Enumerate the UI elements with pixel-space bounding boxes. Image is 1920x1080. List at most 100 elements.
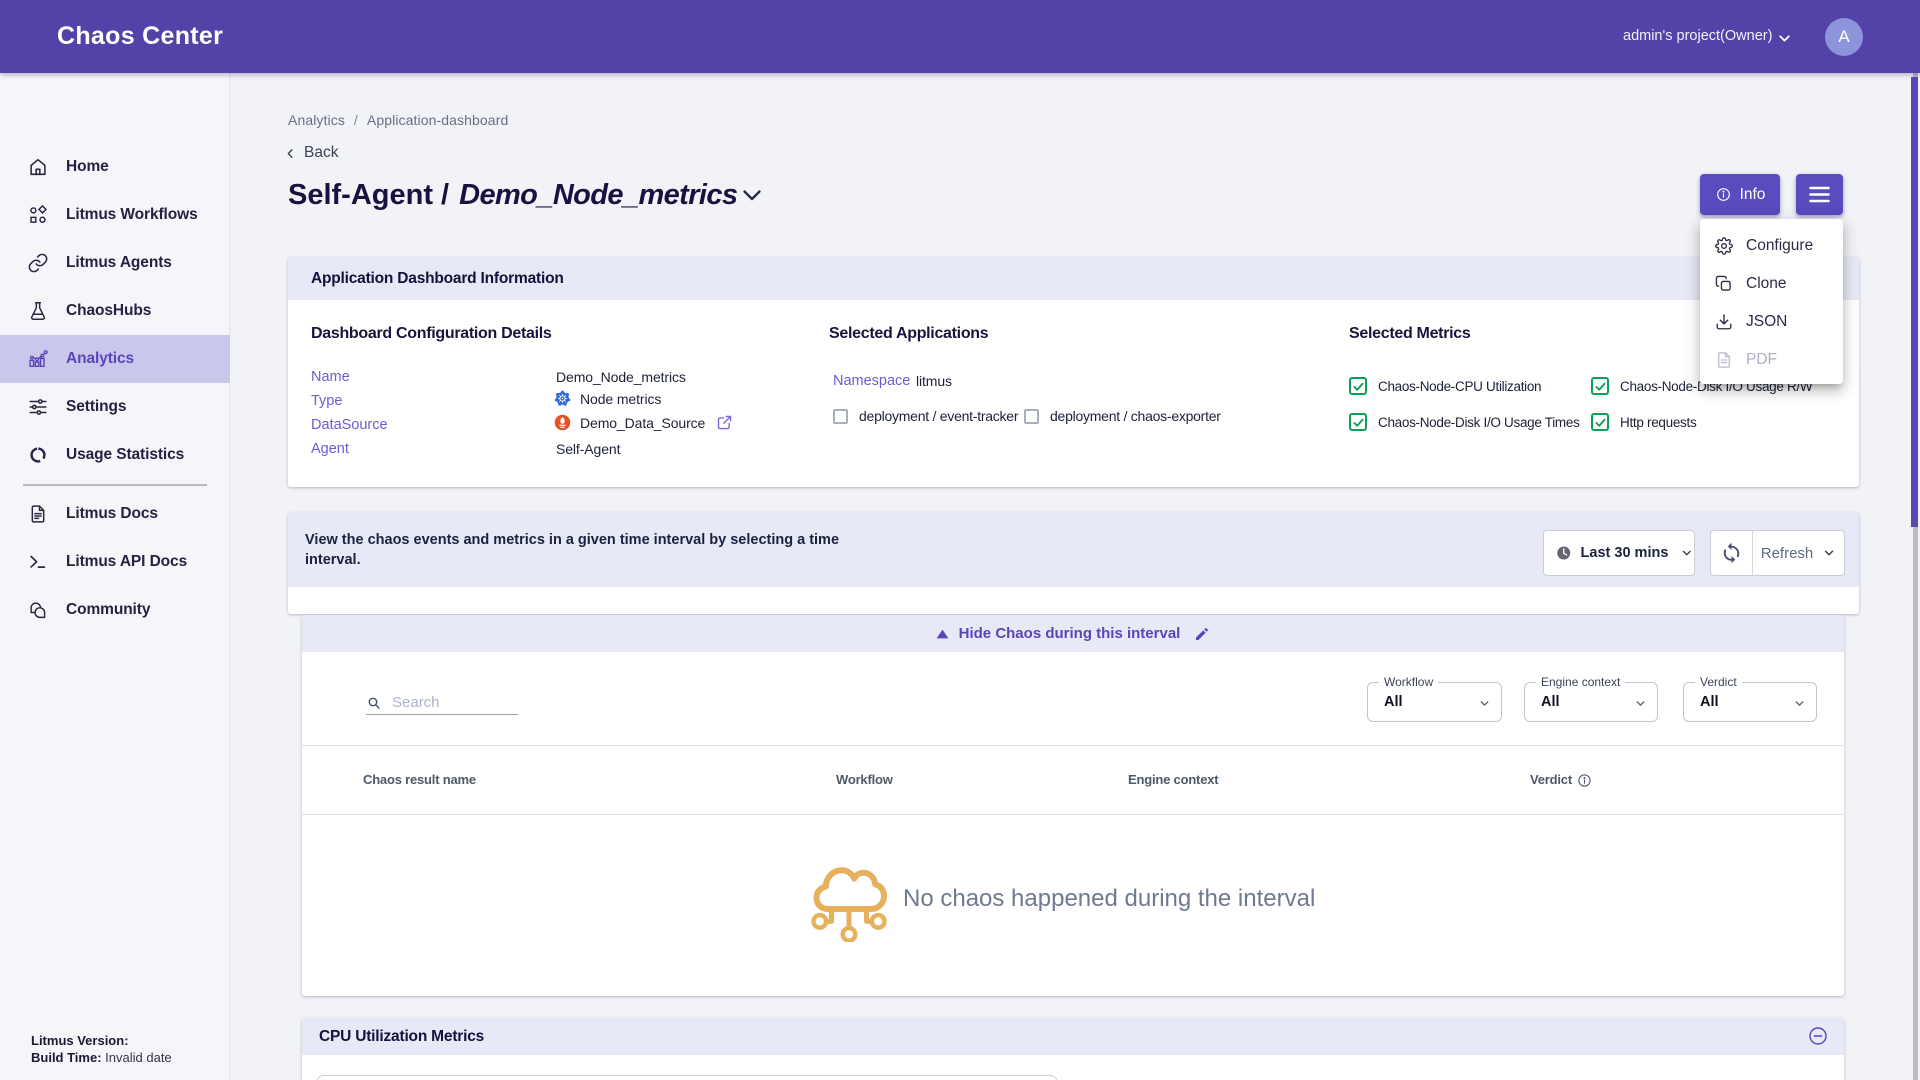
metric-option: Http requests <box>1591 413 1696 431</box>
dashboard-menu-button[interactable] <box>1796 174 1843 215</box>
refresh-now-button[interactable] <box>1711 531 1753 575</box>
cpu-utilization-section: CPU Utilization Metrics <box>302 1018 1844 1080</box>
sliders-icon <box>27 396 49 418</box>
hide-chaos-toggle[interactable]: Hide Chaos during this interval <box>302 615 1844 652</box>
prometheus-icon <box>554 414 571 431</box>
engine-context-filter[interactable]: Engine context All <box>1524 682 1658 722</box>
metric-option: Chaos-Node-CPU Utilization <box>1349 377 1541 395</box>
sync-icon <box>1719 541 1744 566</box>
sidebar-item-home[interactable]: Home <box>0 143 230 191</box>
page-title: Self-Agent / Demo_Node_metrics <box>288 179 737 221</box>
checkbox-checked[interactable] <box>1349 413 1367 431</box>
page: Chaos Center admin's project(Owner) A Ho… <box>0 0 1920 1080</box>
column-workflow: Workflow <box>836 772 893 787</box>
litmus-version-label: Litmus Version: <box>31 1033 129 1048</box>
column-engine-context: Engine context <box>1128 772 1218 787</box>
sidebar-item-settings[interactable]: Settings <box>0 383 230 431</box>
chevron-down-icon <box>1478 697 1491 710</box>
dashboard-switch-caret-icon[interactable] <box>741 188 763 204</box>
dashboard-menu-popup: Configure Clone JSON PDF <box>1700 219 1843 384</box>
info-button[interactable]: Info <box>1700 174 1780 215</box>
verdict-info-icon[interactable] <box>1577 773 1592 788</box>
chevron-down-icon[interactable] <box>1776 30 1793 47</box>
sidebar-item-litmus-workflows[interactable]: Litmus Workflows <box>0 191 230 239</box>
sidebar: Home Litmus Workflows Litmus Agents Chao… <box>0 73 230 1080</box>
page-title-agent: Self-Agent / <box>288 179 449 212</box>
namespace-value: litmus <box>916 373 952 389</box>
refresh-dropdown-button[interactable]: Refresh <box>1753 531 1844 575</box>
sidebar-item-usage-statistics[interactable]: Usage Statistics <box>0 431 230 479</box>
agent-value: Self-Agent <box>556 441 620 457</box>
chevron-down-icon <box>1793 697 1806 710</box>
home-icon <box>27 156 49 178</box>
type-value-row: Node metrics <box>554 390 661 407</box>
caret-up-icon <box>936 629 949 639</box>
link-icon <box>27 252 49 274</box>
agent-label: Agent <box>311 441 349 457</box>
checkbox-checked[interactable] <box>1349 377 1367 395</box>
app-bar: Chaos Center admin's project(Owner) A <box>0 0 1920 73</box>
scrollbar-thumb[interactable] <box>1911 77 1918 527</box>
chat-bubbles-icon <box>27 599 49 621</box>
config-details-heading: Dashboard Configuration Details <box>311 325 552 343</box>
datasource-value-row: Demo_Data_Source <box>554 414 733 431</box>
clock-icon <box>1556 545 1572 561</box>
name-value: Demo_Node_metrics <box>556 369 686 385</box>
application-option: deployment / event-tracker <box>833 408 1018 424</box>
sidebar-item-community[interactable]: Community <box>0 586 230 634</box>
chevron-left-icon <box>284 147 297 160</box>
project-selector[interactable]: admin's project(Owner) <box>1623 28 1772 44</box>
verdict-filter[interactable]: Verdict All <box>1683 682 1817 722</box>
refresh-button-group: Refresh <box>1710 530 1845 576</box>
clone-icon <box>1715 275 1733 293</box>
table-header-top-border <box>302 745 1844 746</box>
cloud-circuit-icon <box>811 864 887 942</box>
workflow-filter[interactable]: Workflow All <box>1367 682 1502 722</box>
chevron-down-icon <box>1822 546 1836 560</box>
breadcrumb-analytics[interactable]: Analytics <box>288 112 345 128</box>
app-title: Chaos Center <box>57 22 223 51</box>
info-panel-header: Application Dashboard Information <box>288 257 1859 300</box>
application-option: deployment / chaos-exporter <box>1024 408 1221 424</box>
datasource-value: Demo_Data_Source <box>580 415 705 431</box>
menu-item-configure[interactable]: Configure <box>1700 227 1843 265</box>
column-verdict: Verdict <box>1530 772 1572 787</box>
analytics-icon <box>27 348 49 370</box>
checkbox-checked[interactable] <box>1591 413 1609 431</box>
time-range-button[interactable]: Last 30 mins <box>1543 530 1695 576</box>
menu-item-clone[interactable]: Clone <box>1700 265 1843 303</box>
back-button[interactable]: Back <box>284 143 338 163</box>
sidebar-item-chaoshubs[interactable]: ChaosHubs <box>0 287 230 335</box>
checkbox-unchecked[interactable] <box>833 409 848 424</box>
breadcrumb: Analytics/Application-dashboard <box>288 112 517 128</box>
usage-statistics-icon <box>27 444 49 466</box>
build-time-label: Build Time: <box>31 1050 102 1065</box>
sidebar-item-litmus-agents[interactable]: Litmus Agents <box>0 239 230 287</box>
collapse-minus-icon[interactable] <box>1808 1026 1828 1046</box>
workflows-icon <box>27 204 49 226</box>
time-interval-description: View the chaos events and metrics in a g… <box>305 530 850 570</box>
checkbox-checked[interactable] <box>1591 377 1609 395</box>
pencil-icon[interactable] <box>1194 626 1210 642</box>
page-title-dashboard: Demo_Node_metrics <box>459 179 737 212</box>
external-link-icon[interactable] <box>716 414 733 431</box>
build-time-value: Invalid date <box>105 1050 172 1065</box>
info-circle-icon <box>1715 186 1732 203</box>
type-value: Node metrics <box>580 391 661 407</box>
breadcrumb-application-dashboard[interactable]: Application-dashboard <box>367 112 508 128</box>
search-input[interactable] <box>392 694 510 711</box>
sidebar-item-litmus-docs[interactable]: Litmus Docs <box>0 490 230 538</box>
chevron-down-icon <box>1680 546 1694 560</box>
namespace-label: Namespace <box>833 373 910 389</box>
flask-icon <box>27 300 49 322</box>
sidebar-divider <box>23 484 207 486</box>
avatar[interactable]: A <box>1825 18 1863 56</box>
chevron-down-icon <box>1634 697 1647 710</box>
checkbox-unchecked[interactable] <box>1024 409 1039 424</box>
sidebar-item-analytics[interactable]: Analytics <box>0 335 230 383</box>
menu-item-json[interactable]: JSON <box>1700 303 1843 341</box>
sidebar-item-litmus-api-docs[interactable]: Litmus API Docs <box>0 538 230 586</box>
menu-item-pdf: PDF <box>1700 341 1843 379</box>
datasource-label: DataSource <box>311 417 388 433</box>
search-icon <box>366 695 382 711</box>
